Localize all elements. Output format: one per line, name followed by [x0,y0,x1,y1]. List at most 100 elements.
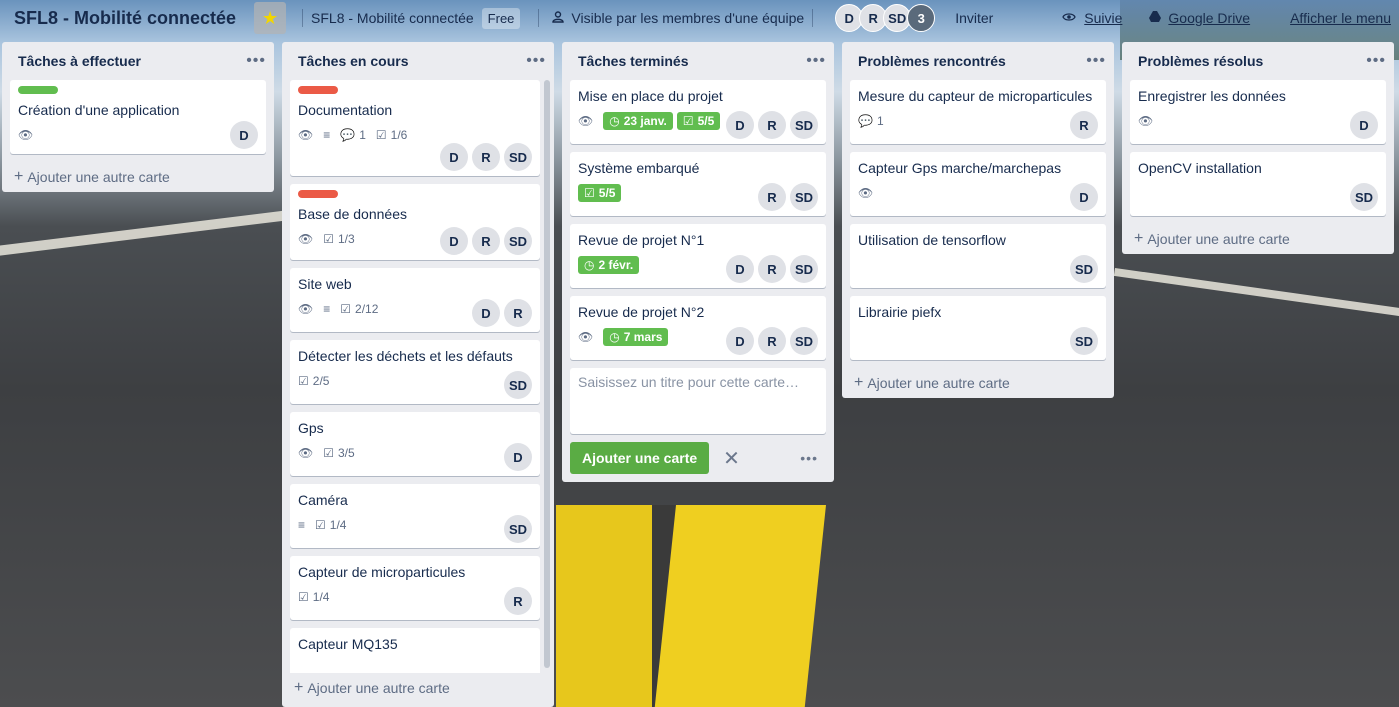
header-divider [812,9,814,27]
avatar[interactable]: D [726,327,754,355]
add-card-button[interactable]: + Ajouter une autre carte [842,368,1114,398]
avatar[interactable]: SD [790,111,818,139]
card[interactable]: Revue de projet N°1 ◷ 2 févr. D R SD [570,224,826,288]
visibility-button[interactable]: Visible par les membres d'une équipe [551,10,804,27]
drive-button[interactable]: Google Drive [1148,10,1250,27]
add-card-submit-button[interactable]: Ajouter une carte [570,442,710,474]
add-card-button[interactable]: + Ajouter une autre carte [282,673,554,703]
member-overflow-count[interactable]: 3 [907,4,936,32]
card[interactable]: Gps 👁 ☑ 3/5 D [290,412,540,476]
card-title: Capteur Gps marche/marchepas [858,160,1062,176]
avatar[interactable]: R [758,327,786,355]
checklist-badge: ☑ 2/5 [298,374,330,388]
card[interactable]: Enregistrer les données 👁 D [1130,80,1386,144]
card[interactable]: Détecter les déchets et les défauts ☑ 2/5… [290,340,540,404]
avatar[interactable]: SD [790,255,818,283]
scrollbar[interactable] [544,80,550,668]
follow-button[interactable]: Suivie [1062,10,1122,27]
avatar[interactable]: R [758,111,786,139]
avatar[interactable]: R [472,143,500,171]
board-title[interactable]: SFL8 - Mobilité connectée [14,8,236,29]
list-menu-icon[interactable]: ••• [526,52,546,70]
due-date-badge[interactable]: ◷ 23 janv. [603,112,673,130]
due-date-badge[interactable]: ◷ 2 févr. [578,256,640,274]
card[interactable]: Site web 👁 ≡ ☑ 2/12 D R [290,268,540,332]
add-card-button[interactable]: + Ajouter une autre carte [2,162,274,192]
card-title: Mesure du capteur de microparticules [858,88,1093,104]
card[interactable]: Utilisation de tensorflow SD [850,224,1106,288]
card-title: Documentation [298,102,393,118]
avatar[interactable]: D [440,143,468,171]
list-menu-icon[interactable]: ••• [806,52,826,70]
checklist-badge: ☑ 1/3 [323,232,355,246]
road-marking-left [0,207,309,258]
avatar[interactable]: D [504,443,532,471]
card[interactable]: Revue de projet N°2 👁 ◷ 7 mars D R SD [570,296,826,360]
card[interactable]: Capteur Gps marche/marchepas 👁 D [850,152,1106,216]
card[interactable]: OpenCV installation SD [1130,152,1386,216]
card-label-red[interactable] [298,190,338,198]
avatar[interactable]: SD [790,327,818,355]
list-menu-icon[interactable]: ••• [246,52,266,70]
team-name[interactable]: SFL8 - Mobilité connectée [311,10,474,26]
avatar[interactable]: D [1070,183,1098,211]
avatar[interactable]: D [472,299,500,327]
card-label-green[interactable] [18,86,58,94]
list-title[interactable]: Tâches en cours [298,53,409,69]
avatar[interactable]: SD [504,227,532,255]
list-title[interactable]: Tâches à effectuer [18,53,141,69]
avatar[interactable]: R [504,299,532,327]
avatar[interactable]: D [1350,111,1378,139]
card[interactable]: Capteur de microparticules ☑ 1/4 R [290,556,540,620]
list-title[interactable]: Problèmes résolus [1138,53,1263,69]
invite-button[interactable]: Inviter [955,10,993,26]
avatar[interactable]: SD [1070,255,1098,283]
show-menu-link[interactable]: Afficher le menu [1290,10,1391,26]
card[interactable]: Système embarqué ☑ 5/5 R SD [570,152,826,216]
list-title[interactable]: Tâches terminés [578,53,689,69]
more-options-icon[interactable]: ••• [800,450,818,466]
due-date-badge[interactable]: ◷ 7 mars [603,328,669,346]
card[interactable]: Documentation 👁 ≡ 💬 1 ☑ 1/6 D R SD [290,80,540,176]
clock-icon: ◷ [609,330,620,344]
team-icon [551,10,565,27]
header-divider [538,9,540,27]
card[interactable]: Base de données 👁 ☑ 1/3 D R SD [290,184,540,260]
checklist-icon: ☑ [584,186,595,200]
avatar[interactable]: SD [504,515,532,543]
list-title[interactable]: Problèmes rencontrés [858,53,1006,69]
card[interactable]: Mesure du capteur de microparticules 💬 1 … [850,80,1106,144]
avatar[interactable]: SD [1350,183,1378,211]
avatar[interactable]: SD [504,371,532,399]
card[interactable]: Librairie piefx SD [850,296,1106,360]
avatar[interactable]: SD [504,143,532,171]
card-label-red[interactable] [298,86,338,94]
add-card-button[interactable]: + Ajouter une autre carte [1122,224,1394,254]
card[interactable]: Capteur MQ135 [290,628,540,673]
card[interactable]: Création d'une application 👁 D [10,80,266,154]
card-title-input[interactable]: Saisissez un titre pour cette carte… [570,368,826,434]
avatar[interactable]: R [504,587,532,615]
card[interactable]: Mise en place du projet 👁 ◷ 23 janv. ☑ 5/5… [570,80,826,144]
avatar[interactable]: D [726,255,754,283]
avatar[interactable]: R [758,183,786,211]
composer-controls: Ajouter une carte ✕ ••• [562,442,834,482]
avatar[interactable]: D [230,121,258,149]
description-icon: ≡ [323,302,331,316]
road-yellow-line-left [556,505,656,707]
avatar[interactable]: SD [1070,327,1098,355]
avatar[interactable]: R [758,255,786,283]
close-icon[interactable]: ✕ [723,446,740,471]
avatar[interactable]: SD [790,183,818,211]
list-menu-icon[interactable]: ••• [1086,52,1106,70]
watch-icon: 👁 [298,128,314,142]
avatar[interactable]: D [440,227,468,255]
list-menu-icon[interactable]: ••• [1366,52,1386,70]
checklist-badge: ☑ 2/12 [340,302,379,316]
star-icon[interactable]: ★ [254,2,287,34]
avatar[interactable]: D [726,111,754,139]
avatar[interactable]: R [472,227,500,255]
plan-badge[interactable]: Free [481,7,521,29]
card[interactable]: Caméra ≡ ☑ 1/4 SD [290,484,540,548]
avatar[interactable]: R [1070,111,1098,139]
